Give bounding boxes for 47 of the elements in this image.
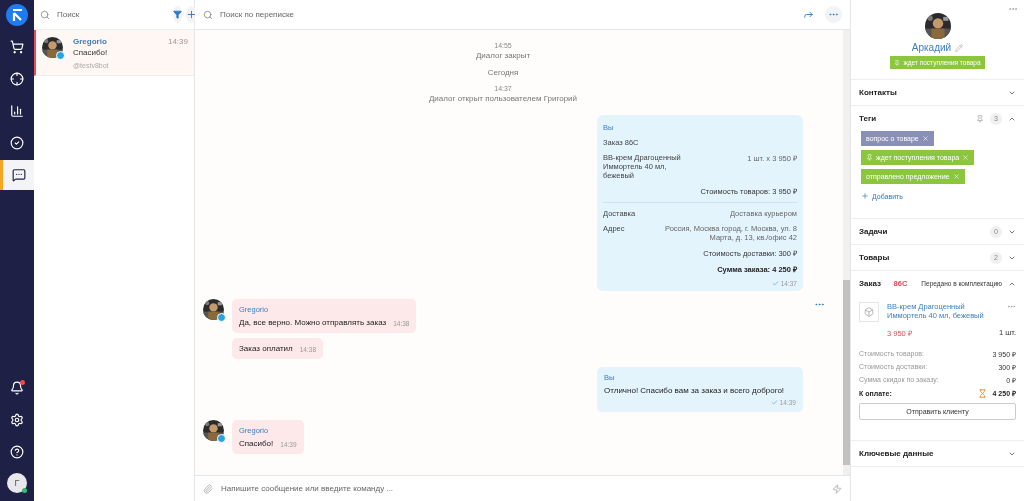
- telegram-badge-icon: [56, 51, 65, 60]
- last-message: Спасибо!: [73, 48, 109, 57]
- message-input[interactable]: Напишите сообщение или введите команду ...: [219, 483, 826, 494]
- telegram-badge-icon: [217, 434, 226, 443]
- search-field[interactable]: Поиск: [55, 9, 169, 20]
- settings-icon: [10, 413, 24, 427]
- message-text: Спасибо!: [239, 439, 274, 448]
- crosshair-icon: [10, 72, 24, 86]
- app-logo[interactable]: [6, 4, 28, 26]
- hourglass-icon: [977, 389, 987, 398]
- user-avatar[interactable]: Г: [7, 473, 27, 493]
- more-icon[interactable]: [1007, 302, 1016, 311]
- date-divider: Сегодня: [487, 68, 519, 77]
- contact-name: Аркадий: [911, 42, 952, 53]
- filter-icon: [173, 10, 182, 19]
- help-icon: [10, 445, 24, 459]
- message-text: Да, все верно. Можно отправлять заказ: [239, 318, 387, 327]
- cart-icon: [10, 40, 24, 54]
- contact-name: Gregorio: [73, 37, 108, 46]
- bar-chart-icon: [10, 104, 24, 118]
- event-text: Диалог закрыт: [475, 51, 531, 60]
- section-title: Ключевые данные: [859, 449, 935, 458]
- conversation-time: 14:39: [167, 37, 188, 46]
- section-title: Контакты: [859, 88, 898, 97]
- search-field[interactable]: Поиск по переписке: [218, 9, 792, 20]
- box-icon: [859, 302, 879, 322]
- plus-icon: [186, 9, 197, 20]
- nav-item[interactable]: [0, 160, 34, 190]
- forward-icon: [803, 9, 814, 20]
- search-icon: [203, 9, 213, 20]
- message-text: Отлично! Спасибо вам за заказ и всего доброго!: [604, 386, 786, 395]
- pin-icon: [894, 59, 901, 66]
- section-title: Теги: [859, 114, 878, 123]
- pin-icon: [866, 154, 873, 161]
- search-icon: [40, 9, 50, 20]
- telegram-badge-icon: [217, 313, 226, 322]
- check-circle-icon: [10, 136, 24, 150]
- section-title: Заказ: [859, 279, 882, 288]
- bell-icon: [10, 381, 24, 395]
- chat-icon: [11, 168, 26, 182]
- message-text: Заказ оплатил: [239, 344, 293, 353]
- section-title: Задачи: [859, 227, 889, 236]
- scrollbar[interactable]: [843, 30, 850, 475]
- plus-icon: [861, 192, 869, 200]
- event-text: Диалог открыт пользователем Григорий: [428, 94, 578, 103]
- section-title: Товары: [859, 253, 891, 262]
- filter-button[interactable]: [173, 6, 182, 23]
